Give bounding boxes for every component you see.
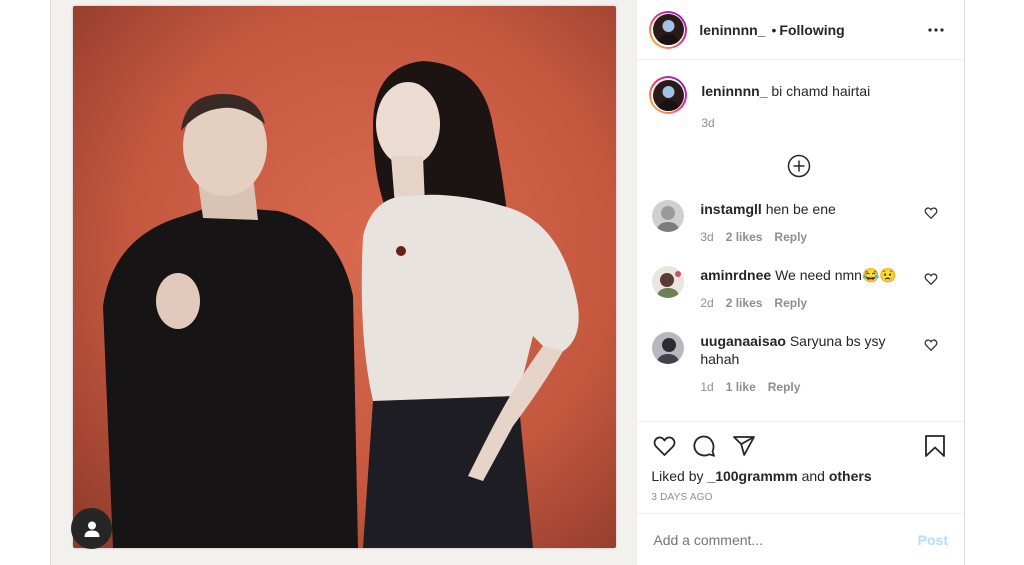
instagram-post-page: leninnnn_ • Following leninnnn_ bi chamd… <box>0 0 1024 565</box>
user-tag-icon <box>84 521 99 537</box>
post-header: leninnnn_ • Following <box>637 0 964 60</box>
author-username[interactable]: leninnnn_ <box>699 22 765 38</box>
comment-item: aminrdnee We need nmn😂😟 2d 2 likes Reply <box>649 266 948 312</box>
post-sidebar: leninnnn_ • Following leninnnn_ bi chamd… <box>637 0 964 565</box>
comment-likes[interactable]: 2 likes <box>726 228 763 246</box>
more-horizontal-icon <box>928 27 944 32</box>
commenter-avatar[interactable] <box>652 332 685 364</box>
like-button[interactable] <box>651 433 677 459</box>
add-comment-input[interactable] <box>653 531 918 548</box>
post-container: leninnnn_ • Following leninnnn_ bi chamd… <box>50 0 965 565</box>
comment-like-button[interactable] <box>924 206 938 220</box>
liked-by-others[interactable]: others <box>829 468 872 484</box>
avatar-image <box>652 332 685 364</box>
heart-icon <box>924 207 938 220</box>
caption-username[interactable]: leninnnn_ <box>701 83 767 99</box>
comment-username[interactable]: aminrdnee <box>700 267 771 283</box>
comment-time[interactable]: 3d <box>700 228 713 246</box>
liked-by-prefix: Liked by <box>651 468 704 484</box>
comment-time[interactable]: 1d <box>700 378 713 396</box>
comment-text: We need nmn😂😟 <box>775 267 897 283</box>
comment-item: instamgll hen be ene 3d 2 likes Reply <box>649 200 948 246</box>
comment-button[interactable] <box>691 433 717 459</box>
comment-likes[interactable]: 2 likes <box>726 294 763 312</box>
avatar-image <box>652 14 684 45</box>
more-options-button[interactable] <box>924 18 948 42</box>
comment-item: uuganaaisao Saryuna bs ysy hahah 1d 1 li… <box>649 332 948 396</box>
tag-user-button[interactable] <box>71 508 112 549</box>
post-media[interactable] <box>51 0 638 565</box>
comment-icon <box>693 435 716 457</box>
comment-like-button[interactable] <box>924 272 938 286</box>
comment-time[interactable]: 2d <box>700 294 713 312</box>
liked-by: Liked by _100grammm and others <box>651 468 948 484</box>
comment-likes[interactable]: 1 like <box>726 378 756 396</box>
avatar-image <box>652 266 685 298</box>
comment-like-button[interactable] <box>924 338 938 352</box>
save-button[interactable] <box>922 433 948 459</box>
add-comment-bar: Post <box>637 513 964 565</box>
post-timestamp[interactable]: 3 DAYS AGO <box>651 492 948 503</box>
following-button[interactable]: Following <box>779 22 844 38</box>
post-comment-button[interactable]: Post <box>918 532 948 548</box>
avatar-image <box>652 79 684 111</box>
comment-reply-button[interactable]: Reply <box>768 378 801 396</box>
comment-username[interactable]: uuganaaisao <box>700 333 786 349</box>
comment-reply-button[interactable]: Reply <box>774 228 807 246</box>
commenter-avatar[interactable] <box>652 200 685 232</box>
bookmark-icon <box>925 435 945 457</box>
caption-avatar[interactable] <box>649 76 688 114</box>
load-more-comments-button[interactable] <box>787 154 811 178</box>
caption-text: bi chamd hairtai <box>771 83 871 99</box>
plus-circle-icon <box>787 154 810 178</box>
comment-username[interactable]: instamgll <box>700 201 761 217</box>
caption: leninnnn_ bi chamd hairtai 3d <box>649 76 948 132</box>
comment-reply-button[interactable]: Reply <box>774 294 807 312</box>
comment-text: hen be ene <box>765 201 836 217</box>
share-icon <box>733 436 756 456</box>
author-avatar[interactable] <box>649 10 688 49</box>
commenter-avatar[interactable] <box>652 266 685 298</box>
photo-illustration <box>73 6 616 548</box>
heart-icon <box>924 339 938 352</box>
comments-section[interactable]: leninnnn_ bi chamd hairtai 3d instamgll … <box>637 60 964 421</box>
heart-icon <box>653 436 676 456</box>
caption-time[interactable]: 3d <box>701 114 870 132</box>
avatar-image <box>652 200 685 232</box>
header-separator: • <box>771 21 777 38</box>
post-photo <box>73 6 616 548</box>
liked-by-and: and <box>801 468 825 484</box>
heart-icon <box>924 273 938 286</box>
liked-by-user[interactable]: _100grammm <box>707 468 797 484</box>
post-actions: Liked by _100grammm and others 3 DAYS AG… <box>637 421 964 513</box>
share-button[interactable] <box>731 433 757 459</box>
